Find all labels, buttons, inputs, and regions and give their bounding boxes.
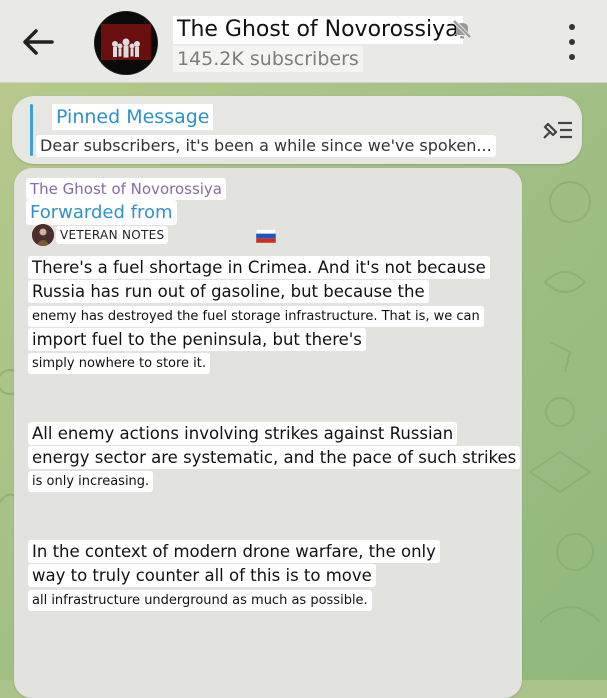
subscriber-count: 145.2K subscribers <box>173 46 363 72</box>
forwarded-label: Forwarded from <box>26 200 177 225</box>
channel-avatar[interactable] <box>95 12 157 74</box>
message-line: All enemy actions involving strikes agai… <box>28 422 458 445</box>
message-line: In the context of modern drone warfare, … <box>28 540 440 563</box>
message-line: is only increasing. <box>28 471 154 492</box>
message-line: import fuel to the peninsula, but there'… <box>28 328 366 351</box>
russia-flag-icon <box>256 229 276 243</box>
message-line: simply nowhere to store it. <box>28 353 211 374</box>
unpin-list-icon[interactable] <box>540 118 574 142</box>
message-line: all infrastructure underground as much a… <box>28 590 372 611</box>
soldier-avatar-icon <box>32 224 54 246</box>
message-line: Russia has run out of gasoline, but beca… <box>28 280 429 303</box>
forward-source-name[interactable]: VETERAN NOTES <box>56 226 169 244</box>
muted-bell-icon[interactable] <box>451 18 473 40</box>
channel-avatar-art <box>95 12 157 74</box>
message-line: energy sector are systematic, and the pa… <box>28 446 521 469</box>
arrow-left-icon <box>23 29 54 55</box>
message-line: way to truly counter all of this is to m… <box>28 564 376 587</box>
message-sender[interactable]: The Ghost of Novorossiya <box>26 178 226 200</box>
channel-title[interactable]: The Ghost of Novorossiya <box>173 16 463 44</box>
pinned-preview: Dear subscribers, it's been a while sinc… <box>36 135 496 157</box>
message-line: enemy has destroyed the fuel storage inf… <box>28 306 484 327</box>
more-vertical-icon <box>569 24 575 30</box>
more-options-button[interactable] <box>560 24 584 60</box>
message-line: There's a fuel shortage in Crimea. And i… <box>28 256 490 279</box>
pinned-indicator <box>30 104 33 156</box>
forward-source-avatar[interactable] <box>32 224 54 246</box>
back-button[interactable] <box>18 22 58 62</box>
chat-header: The Ghost of Novorossiya 145.2K subscrib… <box>0 0 607 83</box>
pinned-title: Pinned Message <box>52 104 214 130</box>
